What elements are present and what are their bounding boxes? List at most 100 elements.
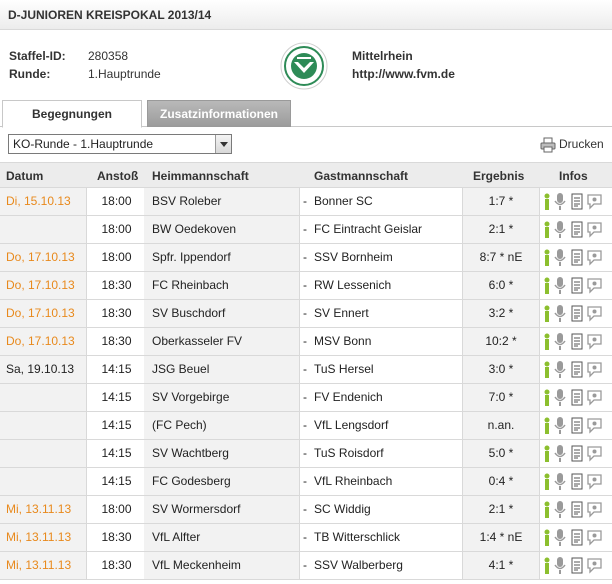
match-home-team[interactable]: SV Vorgebirge: [144, 384, 300, 411]
comment-icon[interactable]: [587, 445, 602, 463]
player-icon[interactable]: [542, 417, 552, 435]
microphone-icon[interactable]: [554, 445, 566, 463]
match-result[interactable]: 8:7 * nE: [462, 244, 540, 271]
report-icon[interactable]: [571, 529, 583, 547]
match-home-team[interactable]: SV Wachtberg: [144, 440, 300, 467]
match-result[interactable]: 1:7 *: [462, 188, 540, 215]
report-icon[interactable]: [571, 473, 583, 491]
match-home-team[interactable]: (FC Pech): [144, 412, 300, 439]
match-guest-team[interactable]: MSV Bonn: [313, 328, 461, 355]
report-icon[interactable]: [571, 361, 583, 379]
player-icon[interactable]: [542, 305, 552, 323]
microphone-icon[interactable]: [554, 557, 566, 575]
comment-icon[interactable]: [587, 277, 602, 295]
comment-icon[interactable]: [587, 557, 602, 575]
match-guest-team[interactable]: VfL Lengsdorf: [313, 412, 461, 439]
microphone-icon[interactable]: [554, 361, 566, 379]
tab-zusatzinformationen[interactable]: Zusatzinformationen: [147, 100, 291, 127]
report-icon[interactable]: [571, 305, 583, 323]
comment-icon[interactable]: [587, 221, 602, 239]
player-icon[interactable]: [542, 249, 552, 267]
player-icon[interactable]: [542, 389, 552, 407]
player-icon[interactable]: [542, 557, 552, 575]
match-guest-team[interactable]: SSV Walberberg: [313, 552, 461, 579]
microphone-icon[interactable]: [554, 221, 566, 239]
player-icon[interactable]: [542, 193, 552, 211]
comment-icon[interactable]: [587, 417, 602, 435]
comment-icon[interactable]: [587, 473, 602, 491]
report-icon[interactable]: [571, 249, 583, 267]
report-icon[interactable]: [571, 445, 583, 463]
match-home-team[interactable]: BSV Roleber: [144, 188, 300, 215]
player-icon[interactable]: [542, 473, 552, 491]
match-guest-team[interactable]: RW Lessenich: [313, 272, 461, 299]
microphone-icon[interactable]: [554, 277, 566, 295]
microphone-icon[interactable]: [554, 389, 566, 407]
match-guest-team[interactable]: FV Endenich: [313, 384, 461, 411]
match-home-team[interactable]: SV Wormersdorf: [144, 496, 300, 523]
comment-icon[interactable]: [587, 361, 602, 379]
match-guest-team[interactable]: TuS Hersel: [313, 356, 461, 383]
comment-icon[interactable]: [587, 305, 602, 323]
report-icon[interactable]: [571, 557, 583, 575]
comment-icon[interactable]: [587, 333, 602, 351]
report-icon[interactable]: [571, 333, 583, 351]
match-home-team[interactable]: SV Buschdorf: [144, 300, 300, 327]
microphone-icon[interactable]: [554, 193, 566, 211]
match-result[interactable]: 7:0 *: [462, 384, 540, 411]
microphone-icon[interactable]: [554, 501, 566, 519]
microphone-icon[interactable]: [554, 305, 566, 323]
match-guest-team[interactable]: SSV Bornheim: [313, 244, 461, 271]
match-guest-team[interactable]: SC Widdig: [313, 496, 461, 523]
association-url[interactable]: http://www.fvm.de: [352, 67, 455, 81]
microphone-icon[interactable]: [554, 529, 566, 547]
player-icon[interactable]: [542, 529, 552, 547]
match-result[interactable]: n.an.: [462, 412, 540, 439]
match-result[interactable]: 10:2 *: [462, 328, 540, 355]
match-home-team[interactable]: Spfr. Ippendorf: [144, 244, 300, 271]
match-home-team[interactable]: VfL Alfter: [144, 524, 300, 551]
player-icon[interactable]: [542, 445, 552, 463]
comment-icon[interactable]: [587, 389, 602, 407]
match-result[interactable]: 3:2 *: [462, 300, 540, 327]
match-guest-team[interactable]: TB Witterschlick: [313, 524, 461, 551]
match-result[interactable]: 1:4 * nE: [462, 524, 540, 551]
match-home-team[interactable]: BW Oedekoven: [144, 216, 300, 243]
match-guest-team[interactable]: SV Ennert: [313, 300, 461, 327]
player-icon[interactable]: [542, 501, 552, 519]
round-select[interactable]: KO-Runde - 1.Hauptrunde: [8, 134, 232, 154]
report-icon[interactable]: [571, 277, 583, 295]
comment-icon[interactable]: [587, 501, 602, 519]
match-guest-team[interactable]: VfL Rheinbach: [313, 468, 461, 495]
report-icon[interactable]: [571, 501, 583, 519]
player-icon[interactable]: [542, 333, 552, 351]
match-home-team[interactable]: Oberkasseler FV: [144, 328, 300, 355]
microphone-icon[interactable]: [554, 333, 566, 351]
match-home-team[interactable]: VfL Meckenheim: [144, 552, 300, 579]
player-icon[interactable]: [542, 221, 552, 239]
report-icon[interactable]: [571, 193, 583, 211]
match-result[interactable]: 4:1 *: [462, 552, 540, 579]
tab-begegnungen[interactable]: Begegnungen: [2, 100, 142, 128]
match-result[interactable]: 0:4 *: [462, 468, 540, 495]
match-result[interactable]: 5:0 *: [462, 440, 540, 467]
microphone-icon[interactable]: [554, 473, 566, 491]
match-guest-team[interactable]: TuS Roisdorf: [313, 440, 461, 467]
match-result[interactable]: 2:1 *: [462, 496, 540, 523]
comment-icon[interactable]: [587, 529, 602, 547]
microphone-icon[interactable]: [554, 417, 566, 435]
player-icon[interactable]: [542, 361, 552, 379]
report-icon[interactable]: [571, 417, 583, 435]
match-home-team[interactable]: FC Rheinbach: [144, 272, 300, 299]
match-guest-team[interactable]: Bonner SC: [313, 188, 461, 215]
microphone-icon[interactable]: [554, 249, 566, 267]
match-home-team[interactable]: JSG Beuel: [144, 356, 300, 383]
report-icon[interactable]: [571, 221, 583, 239]
match-result[interactable]: 2:1 *: [462, 216, 540, 243]
comment-icon[interactable]: [587, 193, 602, 211]
match-result[interactable]: 3:0 *: [462, 356, 540, 383]
match-guest-team[interactable]: FC Eintracht Geislar: [313, 216, 461, 243]
chevron-down-icon[interactable]: [215, 135, 231, 153]
match-home-team[interactable]: FC Godesberg: [144, 468, 300, 495]
report-icon[interactable]: [571, 389, 583, 407]
